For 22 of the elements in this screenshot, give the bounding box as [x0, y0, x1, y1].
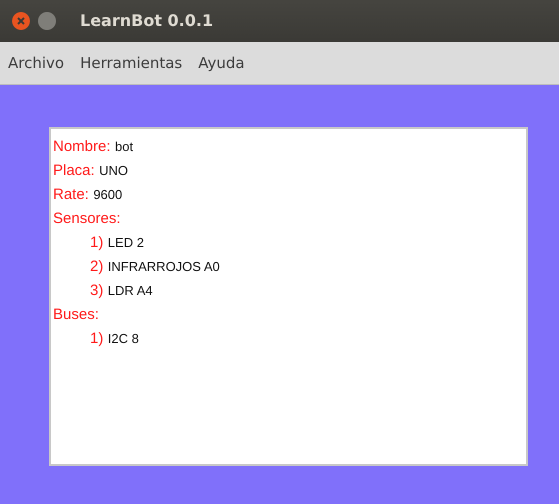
minimize-icon[interactable] [38, 12, 56, 30]
menu-item[interactable]: Ayuda [198, 52, 245, 74]
section-label: Buses: [53, 306, 99, 323]
item-number: 1) [90, 234, 104, 251]
item-text: INFRARROJOS A0 [108, 259, 220, 274]
field-label: Nombre: [53, 138, 111, 155]
section-label: Sensores: [53, 210, 121, 227]
field-value: 9600 [93, 187, 122, 202]
item-number: 2) [90, 258, 104, 275]
item-text: I2C 8 [108, 331, 139, 346]
field-value: bot [114, 139, 134, 154]
window-title: LearnBot 0.0.1 [80, 10, 214, 32]
item-number: 3) [90, 282, 104, 299]
item-text: LDR A4 [108, 283, 153, 298]
close-icon[interactable] [12, 12, 30, 30]
menu-item[interactable]: Archivo [8, 52, 64, 74]
item-text: LED 2 [108, 235, 144, 250]
item-number: 1) [90, 330, 104, 347]
field-value: UNO [99, 163, 128, 178]
field-label: Rate: [53, 186, 89, 203]
menu-item[interactable]: Herramientas [80, 52, 182, 74]
field-label: Placa: [53, 162, 95, 179]
